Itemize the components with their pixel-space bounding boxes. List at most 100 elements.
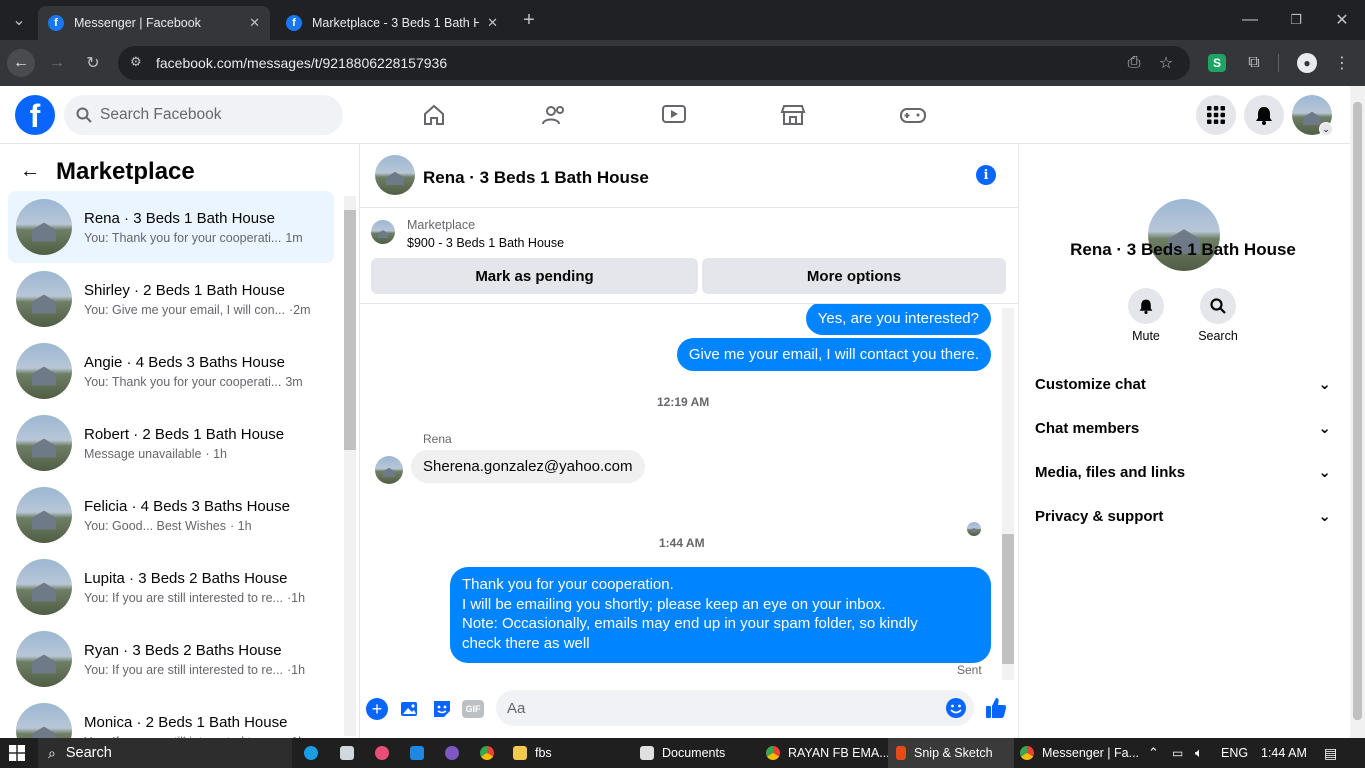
install-app-icon[interactable]: ⎙ [1120, 49, 1148, 77]
listing-thumbnail[interactable] [371, 220, 395, 244]
forward-icon[interactable]: → [43, 49, 71, 77]
notification-center-icon[interactable]: ▤ [1324, 738, 1337, 768]
taskbar-item-messenger[interactable]: Messenger | Fa... [1020, 738, 1139, 768]
outgoing-message[interactable]: Yes, are you interested? [805, 304, 991, 335]
taskbar-item-rayan[interactable]: RAYAN FB EMA... [766, 738, 890, 768]
facebook-favicon-icon: f [286, 15, 302, 31]
privacy-support-section[interactable]: Privacy & support ⌄ [1035, 507, 1331, 526]
chat-members-section[interactable]: Chat members ⌄ [1035, 419, 1331, 438]
reload-icon[interactable]: ↻ [79, 49, 107, 77]
conversation-item[interactable]: Ryan · 3 Beds 2 Baths House You: If you a… [8, 623, 334, 695]
friends-icon[interactable] [539, 100, 569, 130]
minimize-icon[interactable]: — [1236, 6, 1264, 34]
chat-title[interactable]: Rena · 3 Beds 1 Bath House [423, 168, 649, 188]
facebook-logo-icon[interactable]: f [15, 95, 55, 135]
extension-s-icon[interactable]: S [1208, 54, 1226, 72]
more-actions-plus-icon[interactable]: + [366, 698, 388, 720]
back-icon[interactable]: ← [7, 49, 35, 77]
back-arrow-icon[interactable]: ← [20, 160, 40, 183]
conversation-item[interactable]: Rena · 3 Beds 1 Bath House You: Thank you… [8, 191, 334, 263]
conversation-item[interactable]: Lupita · 3 Beds 2 Baths House You: If you… [8, 551, 334, 623]
conversation-time: 1m [285, 230, 303, 245]
tray-chevron-icon[interactable]: ⌃ [1148, 738, 1159, 768]
tab-search-chevron-icon[interactable]: ⌄ [5, 6, 33, 34]
incoming-message[interactable]: Sherena.gonzalez@yahoo.com [411, 450, 645, 483]
windows-start-icon[interactable] [9, 738, 25, 768]
conversation-time: · 1h [229, 518, 252, 533]
conversation-item[interactable]: Angie · 4 Beds 3 Baths House You: Thank y… [8, 335, 334, 407]
gif-icon[interactable]: GIF [462, 700, 484, 718]
profile-avatar-large[interactable] [1148, 199, 1220, 271]
tab-messenger[interactable]: f Messenger | Facebook ✕ [38, 6, 270, 40]
bookmark-star-icon[interactable]: ☆ [1152, 49, 1180, 77]
chrome-icon[interactable] [480, 738, 502, 768]
home-icon[interactable] [419, 100, 449, 130]
search-icon: ⌕ [48, 744, 56, 761]
mute-label[interactable]: Mute [1116, 329, 1176, 343]
language-indicator[interactable]: ENG [1221, 738, 1248, 768]
search-label[interactable]: Search [1188, 329, 1248, 343]
photos-icon[interactable] [410, 738, 432, 768]
outgoing-message[interactable]: Give me your email, I will contact you t… [676, 338, 991, 371]
close-window-icon[interactable]: ✕ [1328, 6, 1356, 34]
edge-icon[interactable] [304, 738, 326, 768]
new-tab-icon[interactable]: + [515, 6, 543, 34]
file-explorer-app-icon[interactable] [340, 738, 362, 768]
chat-avatar[interactable] [375, 155, 415, 195]
sticker-icon[interactable] [431, 698, 453, 720]
media-files-links-section[interactable]: Media, files and links ⌄ [1035, 463, 1331, 482]
conversation-item[interactable]: Robert · 2 Beds 1 Bath House Message unav… [8, 407, 334, 479]
sender-avatar[interactable] [375, 456, 403, 484]
listing-title[interactable]: $900 - 3 Beds 1 Bath House [407, 236, 564, 250]
page-scrollbar[interactable] [1350, 86, 1365, 738]
tab-title: Marketplace - 3 Beds 1 Bath House [312, 16, 480, 30]
taskbar-search[interactable]: ⌕ Search [38, 738, 292, 768]
taskbar-item-snip[interactable]: Snip & Sketch [888, 738, 1014, 768]
message-scrollbar[interactable] [1002, 308, 1014, 680]
media-player-icon[interactable] [445, 738, 467, 768]
emoji-icon[interactable] [945, 697, 967, 719]
close-tab-icon[interactable]: ✕ [249, 15, 260, 31]
conversation-item[interactable]: Felicia · 4 Beds 3 Baths House You: Good.… [8, 479, 334, 551]
gaming-icon[interactable] [898, 100, 928, 130]
conversation-list-scrollbar[interactable] [344, 196, 356, 736]
menu-grid-icon[interactable] [1196, 95, 1236, 135]
conversation-item[interactable]: Shirley · 2 Beds 1 Bath House You: Give m… [8, 263, 334, 335]
more-options-button[interactable]: More options [702, 258, 1006, 294]
account-chevron-icon[interactable]: ⌄ [1319, 122, 1333, 136]
profile-name[interactable]: Rena · 3 Beds 1 Bath House [1035, 240, 1331, 260]
message-input[interactable]: Aa [496, 690, 974, 726]
snip-sketch-icon [896, 746, 906, 760]
chrome-menu-icon[interactable]: ⋮ [1328, 49, 1356, 77]
customize-chat-section[interactable]: Customize chat ⌄ [1035, 375, 1331, 394]
battery-icon[interactable]: ▭ [1172, 738, 1183, 768]
taskbar-item-fbs[interactable]: fbs [513, 738, 631, 768]
taskbar-item-documents[interactable]: Documents [640, 738, 758, 768]
extensions-puzzle-icon[interactable]: ⧉ [1240, 49, 1268, 77]
notifications-bell-icon[interactable] [1244, 95, 1284, 135]
paint-icon[interactable] [375, 738, 397, 768]
section-label: Media, files and links [1035, 463, 1186, 481]
video-icon[interactable] [659, 100, 689, 130]
site-info-icon[interactable]: ⚙ [130, 54, 142, 70]
facebook-search-input[interactable]: Search Facebook [64, 95, 343, 135]
clock[interactable]: 1:44 AM [1261, 738, 1307, 768]
volume-icon[interactable]: 🔈︎ [1195, 738, 1203, 768]
close-tab-icon[interactable]: ✕ [487, 15, 498, 31]
tab-marketplace[interactable]: f Marketplace - 3 Beds 1 Bath House ✕ [276, 6, 508, 40]
profile-icon[interactable]: ● [1297, 53, 1317, 73]
conversation-time: 3m [285, 374, 303, 389]
conversation-info-icon[interactable]: i [976, 165, 996, 185]
search-in-conversation-icon[interactable] [1200, 288, 1236, 324]
attach-photo-icon[interactable] [399, 698, 421, 720]
message-line: Thank you for your cooperation. [462, 576, 674, 593]
conversation-item[interactable]: Monica · 2 Beds 1 Bath HouseYou: If you … [8, 695, 334, 738]
marketplace-icon[interactable] [778, 100, 808, 130]
restore-icon[interactable]: ❐ [1282, 6, 1310, 34]
address-bar[interactable]: ⚙ facebook.com/messages/t/92188062281579… [118, 46, 1190, 80]
outgoing-message-long[interactable]: Thank you for your cooperation. I will b… [450, 567, 991, 663]
timestamp: 12:19 AM [657, 395, 710, 409]
like-thumbs-up-icon[interactable] [984, 696, 1008, 720]
mark-as-pending-button[interactable]: Mark as pending [371, 258, 698, 294]
mute-bell-icon[interactable] [1128, 288, 1164, 324]
